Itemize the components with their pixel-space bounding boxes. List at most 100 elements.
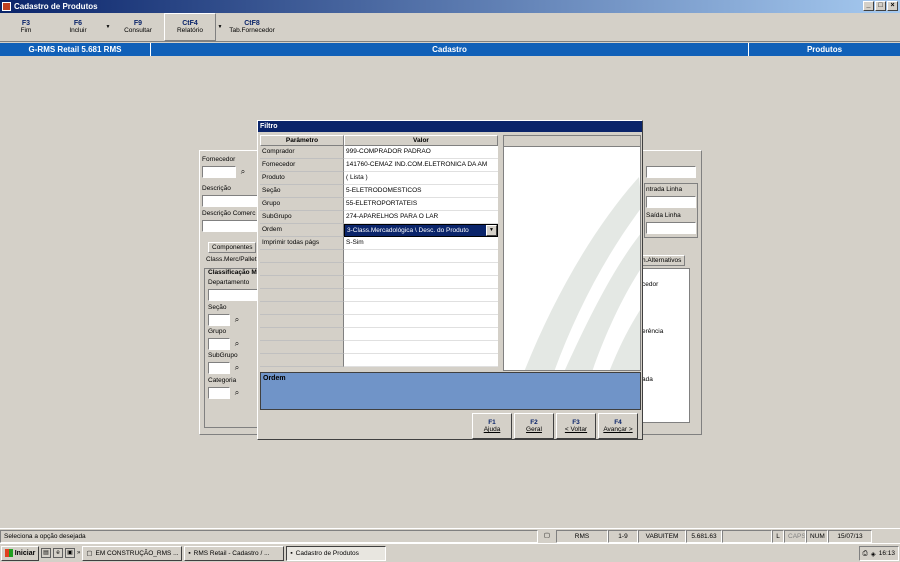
fornecedor-input[interactable]: [202, 166, 236, 178]
chevron-right-icon[interactable]: »: [77, 550, 80, 556]
grid-row-empty[interactable]: [260, 302, 498, 315]
status-field: 5.681.63: [686, 529, 722, 543]
fornecedor-desc-input[interactable]: [646, 166, 696, 178]
ordem-select[interactable]: 3-Class.Mercadológica \ Desc. do Produto…: [344, 224, 498, 237]
departamento-input[interactable]: [208, 289, 258, 301]
saida-linha-input[interactable]: [646, 222, 696, 234]
relatorio-dropdown-arrow[interactable]: ▼: [216, 13, 224, 41]
grid-row[interactable]: Imprimir todas págs S-Sim: [260, 237, 498, 250]
saida-linha-label: Saída Linha: [646, 212, 681, 219]
tab-alternativos[interactable]: n.Alternativos: [638, 255, 686, 266]
grid-row[interactable]: Grupo 55-ELETROPORTATEIS: [260, 198, 498, 211]
grid-row-empty[interactable]: [260, 276, 498, 289]
relatorio-button[interactable]: CtF4 Relatório: [164, 13, 216, 41]
watermark-logo-icon: [524, 177, 640, 370]
status-message: Seleciona a opção desejada: [0, 529, 538, 543]
chevron-down-icon[interactable]: ▼: [486, 225, 497, 236]
secao-input[interactable]: [208, 314, 230, 326]
subgrupo-input[interactable]: [208, 362, 230, 374]
filter-grid: Parâmetro Valor Comprador 999-COMPRADOR P…: [260, 135, 498, 367]
alternativos-panel: [640, 268, 690, 423]
binoculars-icon[interactable]: ⌕: [231, 314, 243, 326]
grid-row-empty[interactable]: [260, 354, 498, 367]
grid-row[interactable]: SubGrupo 274-APARELHOS PARA O LAR: [260, 211, 498, 224]
binoculars-icon[interactable]: ⌕: [231, 387, 243, 399]
grid-row-empty[interactable]: [260, 289, 498, 302]
column-header-parametro[interactable]: Parâmetro: [260, 135, 344, 146]
categoria-input[interactable]: [208, 387, 230, 399]
status-field: [722, 529, 772, 543]
descricao-input[interactable]: [202, 195, 258, 207]
secao-label: Seção: [208, 304, 227, 311]
app-icon: [2, 2, 11, 11]
header-center: Cadastro: [151, 43, 749, 56]
window-icon: ▢: [86, 550, 93, 557]
header-right: Produtos: [806, 45, 843, 54]
quicklaunch-icon[interactable]: ▤: [41, 548, 51, 558]
grupo-input[interactable]: [208, 338, 230, 350]
taskbar-item-active[interactable]: ▪ Cadastro de Produtos: [286, 545, 387, 561]
fim-button[interactable]: F3 Fim: [0, 13, 52, 41]
binoculars-icon[interactable]: ⌕: [231, 362, 243, 374]
grid-row[interactable]: Produto( Lista ): [260, 172, 498, 185]
grid-row-ordem[interactable]: Ordem 3-Class.Mercadológica \ Desc. do Pr…: [260, 224, 498, 237]
entrada-linha-input[interactable]: [646, 196, 696, 208]
header-bar: G-RMS Retail 5.681 RMS Cadastro Produtos: [0, 43, 900, 56]
filtro-dialog: Filtro Parâmetro Valor Comprador 999-COMP…: [257, 120, 643, 440]
binoculars-icon[interactable]: ⌕: [237, 166, 249, 178]
cedor-label: cedor: [642, 281, 659, 288]
incluir-dropdown-arrow[interactable]: ▼: [104, 13, 112, 41]
taskbar-item[interactable]: ▪ RMS Retail - Cadastro / ...: [184, 545, 285, 561]
status-field: L: [772, 529, 784, 543]
grid-row[interactable]: Seção 5-ELETRODOMESTICOS: [260, 185, 498, 198]
ajuda-button[interactable]: F1 Ajuda: [472, 413, 512, 439]
printer-icon[interactable]: ⎙: [863, 550, 868, 558]
start-button[interactable]: Iniciar: [1, 545, 39, 561]
taskbar-item[interactable]: ▢ EM CONSTRUÇÃO_RMS ...: [82, 545, 183, 561]
clock: 16:13: [878, 550, 895, 557]
window-title: Cadastro de Produtos: [14, 2, 98, 11]
tab-componentes[interactable]: Componentes: [208, 242, 257, 253]
ordem-description-panel: Ordem: [260, 372, 641, 410]
status-field: NUM: [806, 529, 828, 543]
grid-row[interactable]: Comprador 999-COMPRADOR PADRAO: [260, 146, 498, 159]
status-field: CAPS: [784, 529, 806, 543]
voltar-button[interactable]: F3 < Voltar: [556, 413, 596, 439]
descricao-label: Descrição: [202, 185, 231, 192]
grid-row-empty[interactable]: [260, 250, 498, 263]
descricao-comercial-label: Descrição Comerc: [202, 210, 256, 217]
minimize-button[interactable]: _: [863, 1, 874, 11]
status-date: 15/07/13: [828, 529, 872, 543]
grid-row[interactable]: Fornecedor 141760-CEMAZ IND.COM.ELETRONIC…: [260, 159, 498, 172]
avancar-button[interactable]: F4 Avançar >: [598, 413, 638, 439]
document-icon: ▢: [543, 531, 551, 539]
ada-label: ada: [642, 376, 653, 383]
grid-row-empty[interactable]: [260, 328, 498, 341]
status-field: 1-9: [608, 529, 638, 543]
grid-row-empty[interactable]: [260, 341, 498, 354]
class-merc-tab[interactable]: Class.Merc/Pallet: [206, 256, 257, 263]
status-field: RMS: [556, 529, 608, 543]
binoculars-icon[interactable]: ⌕: [231, 338, 243, 350]
system-tray: ⎙ ◈ 16:13: [858, 546, 899, 561]
classificacao-label: Classificação M: [208, 269, 257, 276]
consultar-button[interactable]: F9 Consultar: [112, 13, 164, 41]
taskbar: Iniciar ▤ e ▣ » ▢ EM CONSTRUÇÃO_RMS ... ▪…: [0, 543, 900, 562]
incluir-button[interactable]: F6 Incluir: [52, 13, 104, 41]
column-header-valor[interactable]: Valor: [344, 135, 498, 146]
tab-fornecedor-button[interactable]: CtF8 Tab.Fornecedor: [224, 13, 280, 41]
descricao-comercial-input[interactable]: [202, 220, 258, 232]
chevron-down-icon: ▼: [105, 24, 111, 30]
network-icon[interactable]: ◈: [871, 550, 876, 558]
chevron-down-icon: ▼: [217, 24, 223, 30]
app-icon: ▪: [188, 549, 191, 557]
geral-button[interactable]: F2 Geral: [514, 413, 554, 439]
grid-row-empty[interactable]: [260, 263, 498, 276]
app-icon: ▪: [290, 549, 293, 557]
browser-icon[interactable]: e: [53, 548, 63, 558]
desktop-icon[interactable]: ▣: [65, 548, 75, 558]
maximize-button[interactable]: □: [875, 1, 886, 11]
close-button[interactable]: ×: [887, 1, 898, 11]
toolbar: F3 Fim F6 Incluir ▼ F9 Consultar CtF4 Re…: [0, 13, 900, 42]
grid-row-empty[interactable]: [260, 315, 498, 328]
